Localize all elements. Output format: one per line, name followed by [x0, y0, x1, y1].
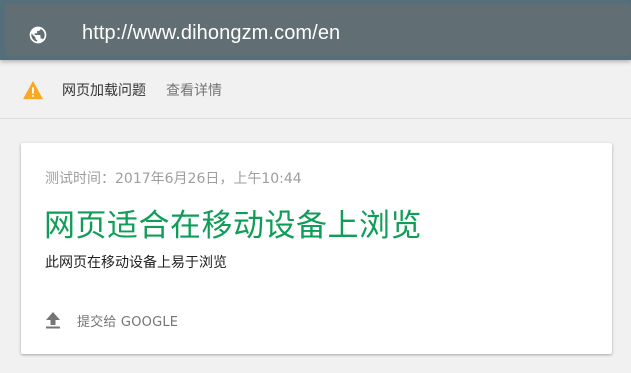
address-bar: http://www.dihongzm.com/en [0, 0, 631, 60]
url-field[interactable]: http://www.dihongzm.com/en [5, 4, 631, 56]
view-details-link[interactable]: 查看详情 [166, 80, 222, 100]
warning-icon [23, 80, 43, 100]
url-text: http://www.dihongzm.com/en [82, 22, 341, 44]
test-timestamp: 测试时间：2017年6月26日，上午10:44 [45, 171, 302, 187]
submit-to-google-button[interactable]: 提交给 GOOGLE [45, 307, 178, 333]
mobile-friendly-verdict: 网页适合在移动设备上浏览 [44, 208, 422, 244]
submit-to-google-label: 提交给 GOOGLE [77, 314, 179, 330]
globe-icon [29, 26, 47, 44]
upload-icon [46, 312, 60, 329]
page-loading-issue-label: 网页加载问题 [62, 83, 146, 99]
mobile-friendly-result-card: 测试时间：2017年6月26日，上午10:44 网页适合在移动设备上浏览 此网页… [21, 143, 612, 354]
verdict-description: 此网页在移动设备上易于浏览 [45, 255, 227, 271]
